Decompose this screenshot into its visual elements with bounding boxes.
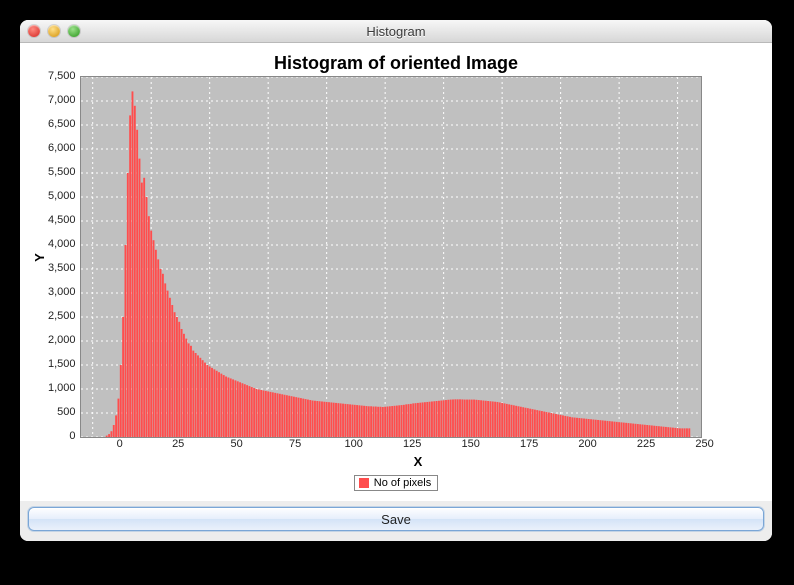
plot-area [80,76,702,438]
button-row: Save [20,501,772,541]
save-button[interactable]: Save [28,507,764,531]
plot-wrap: Y 7,5007,0006,5006,0005,5005,0004,5004,0… [30,76,762,438]
legend-swatch-icon [359,478,369,488]
window: Histogram Histogram of oriented Image Y … [20,20,772,541]
legend-label: No of pixels [374,477,431,489]
x-axis: 0255075100125150175200225250 [108,438,728,452]
window-title: Histogram [20,24,772,39]
y-axis-label: Y [31,253,46,262]
chart-panel: Histogram of oriented Image Y 7,5007,000… [20,43,772,501]
legend: No of pixels [30,475,762,491]
legend-item: No of pixels [354,475,438,491]
titlebar[interactable]: Histogram [20,20,772,43]
histogram-svg [81,77,701,437]
x-axis-label: X [108,454,728,469]
y-axis: 7,5007,0006,5006,0005,5005,0004,5004,000… [48,76,80,436]
chart-title: Histogram of oriented Image [30,53,762,74]
